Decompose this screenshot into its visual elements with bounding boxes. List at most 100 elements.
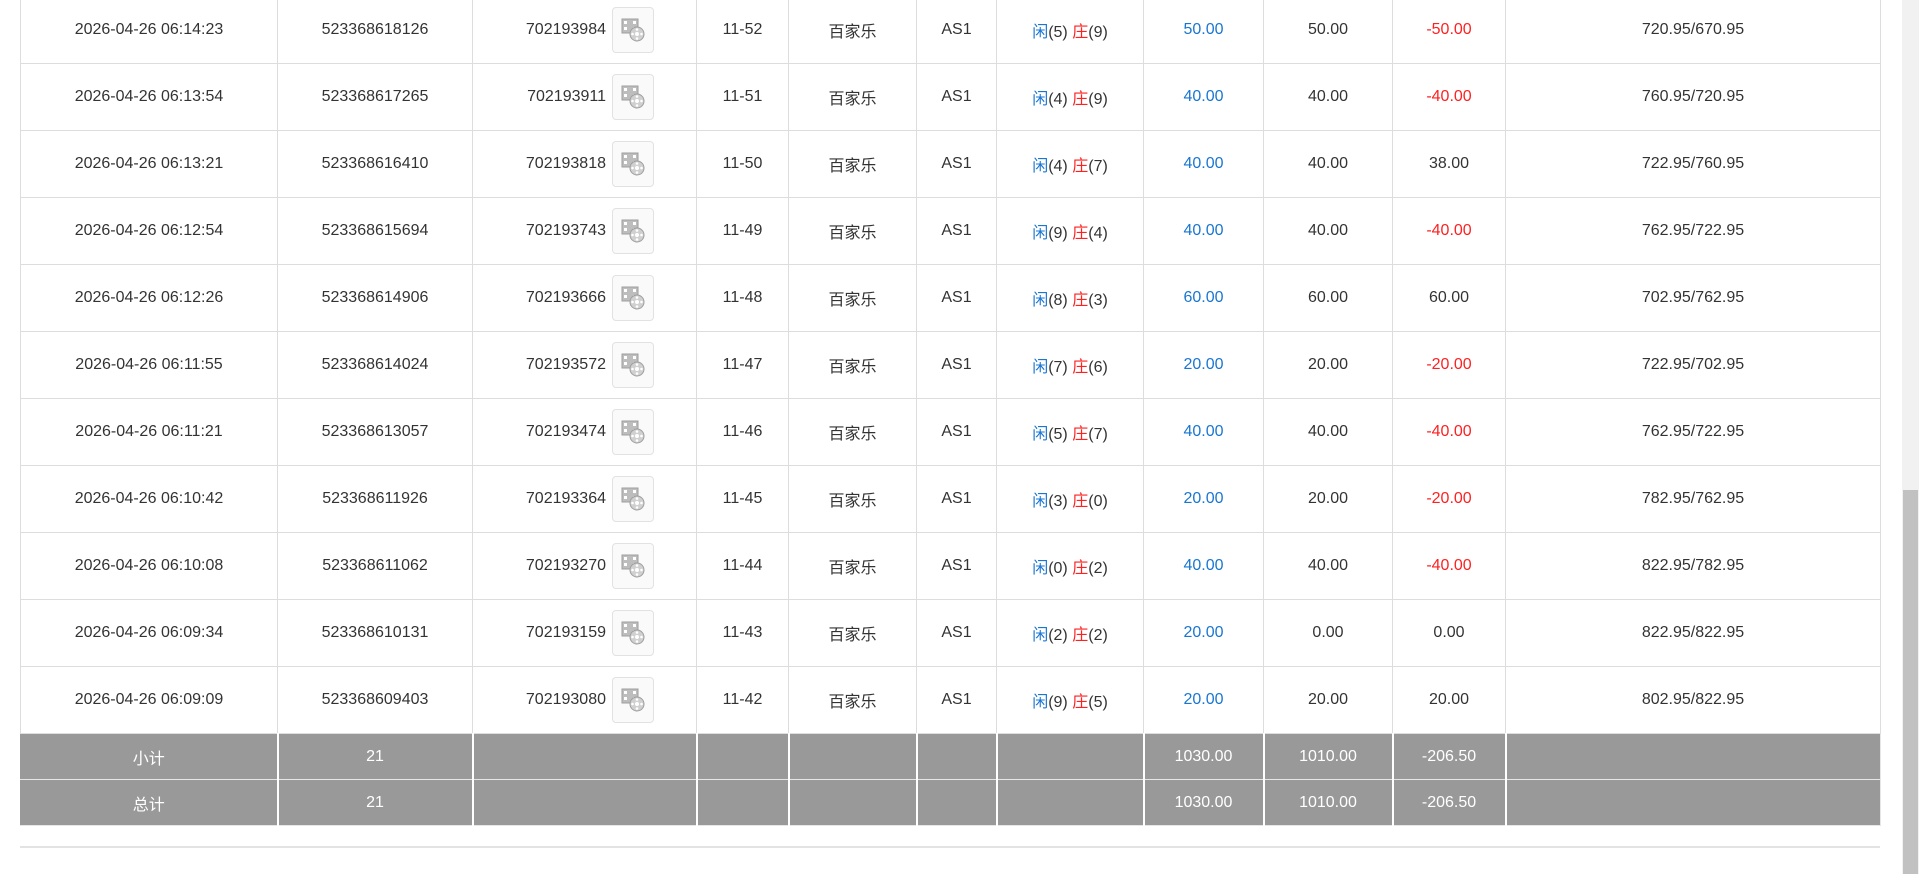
total-bet: 1030.00 xyxy=(1142,779,1264,826)
banker-score: (7) xyxy=(1088,426,1108,443)
total-row: 总计 21 1030.00 1010.00 -206.50 xyxy=(20,779,1881,826)
player-score: (3) xyxy=(1048,493,1068,510)
valid-bet: 40.00 xyxy=(1263,398,1393,466)
game-type: 百家乐 xyxy=(788,599,917,667)
player-label: 闲 xyxy=(1032,493,1049,510)
game-number-cell: 702193159 xyxy=(472,599,697,667)
balance-change: 822.95/782.95 xyxy=(1505,532,1881,600)
film-replay-icon[interactable] xyxy=(612,476,654,522)
player-score: (0) xyxy=(1048,560,1068,577)
film-replay-icon[interactable] xyxy=(612,7,654,53)
game-type: 百家乐 xyxy=(788,465,917,533)
win-loss: -20.00 xyxy=(1392,331,1506,399)
round-number: 11-44 xyxy=(696,532,789,600)
player-score: (5) xyxy=(1048,24,1068,41)
game-number-cell: 702193080 xyxy=(472,666,697,734)
banker-score: (4) xyxy=(1088,225,1108,242)
bet-time: 2026-04-26 06:13:54 xyxy=(20,63,278,131)
table-code: AS1 xyxy=(916,197,997,265)
bet-amount: 20.00 xyxy=(1143,331,1264,399)
game-number: 702193984 xyxy=(525,21,606,38)
bet-time: 2026-04-26 06:09:34 xyxy=(20,599,278,667)
bet-amount: 40.00 xyxy=(1143,197,1264,265)
film-replay-icon[interactable] xyxy=(612,543,654,589)
film-replay-icon[interactable] xyxy=(612,342,654,388)
film-replay-icon[interactable] xyxy=(612,409,654,455)
win-loss: 38.00 xyxy=(1392,130,1506,198)
banker-score: (9) xyxy=(1088,24,1108,41)
table-code: AS1 xyxy=(916,130,997,198)
round-number: 11-42 xyxy=(696,666,789,734)
round-number: 11-46 xyxy=(696,398,789,466)
subtotal-bet: 1030.00 xyxy=(1142,733,1264,780)
player-label: 闲 xyxy=(1032,359,1049,376)
subtotal-label: 小计 xyxy=(20,733,278,780)
valid-bet: 40.00 xyxy=(1263,63,1393,131)
film-replay-icon[interactable] xyxy=(612,141,654,187)
film-replay-icon[interactable] xyxy=(612,74,654,120)
film-replay-icon[interactable] xyxy=(612,677,654,723)
bet-time: 2026-04-26 06:10:08 xyxy=(20,532,278,600)
table-row: 2026-04-26 06:12:26 523368614906 702193666… xyxy=(20,264,1881,332)
game-number: 702193666 xyxy=(525,289,606,306)
table-row: 2026-04-26 06:09:09 523368609403 702193080… xyxy=(20,666,1881,734)
table-code: AS1 xyxy=(916,599,997,667)
result-cell: 闲(0) 庄(2) xyxy=(996,532,1144,600)
bet-time: 2026-04-26 06:12:26 xyxy=(20,264,278,332)
bet-records-table: 2026-04-26 06:14:23 523368618126 702193984… xyxy=(20,0,1881,826)
bet-amount: 20.00 xyxy=(1143,599,1264,667)
banker-score: (0) xyxy=(1088,493,1108,510)
round-number: 11-47 xyxy=(696,331,789,399)
table-code: AS1 xyxy=(916,0,997,64)
round-number: 11-45 xyxy=(696,465,789,533)
game-number: 702193080 xyxy=(525,691,606,708)
player-score: (2) xyxy=(1048,627,1068,644)
banker-score: (2) xyxy=(1088,560,1108,577)
table-code: AS1 xyxy=(916,63,997,131)
banker-score: (6) xyxy=(1088,359,1108,376)
valid-bet: 50.00 xyxy=(1263,0,1393,64)
game-number-cell: 702193818 xyxy=(472,130,697,198)
total-label: 总计 xyxy=(20,779,278,826)
film-replay-icon[interactable] xyxy=(612,610,654,656)
banker-label: 庄 xyxy=(1072,627,1089,644)
vertical-scrollbar[interactable] xyxy=(1902,0,1919,874)
win-loss: -40.00 xyxy=(1392,197,1506,265)
game-number: 702193818 xyxy=(525,155,606,172)
win-loss: 60.00 xyxy=(1392,264,1506,332)
bet-amount: 40.00 xyxy=(1143,130,1264,198)
table-row: 2026-04-26 06:12:54 523368615694 702193743… xyxy=(20,197,1881,265)
film-replay-icon[interactable] xyxy=(612,208,654,254)
banker-score: (9) xyxy=(1088,91,1108,108)
banker-label: 庄 xyxy=(1072,426,1089,443)
film-replay-icon[interactable] xyxy=(612,275,654,321)
win-loss: -20.00 xyxy=(1392,465,1506,533)
balance-change: 722.95/760.95 xyxy=(1505,130,1881,198)
result-cell: 闲(8) 庄(3) xyxy=(996,264,1144,332)
round-number: 11-48 xyxy=(696,264,789,332)
bet-amount: 40.00 xyxy=(1143,532,1264,600)
round-number: 11-51 xyxy=(696,63,789,131)
table-row: 2026-04-26 06:11:55 523368614024 702193572… xyxy=(20,331,1881,399)
table-row: 2026-04-26 06:10:08 523368611062 702193270… xyxy=(20,532,1881,600)
bet-time: 2026-04-26 06:09:09 xyxy=(20,666,278,734)
result-cell: 闲(3) 庄(0) xyxy=(996,465,1144,533)
result-cell: 闲(7) 庄(6) xyxy=(996,331,1144,399)
bet-time: 2026-04-26 06:12:54 xyxy=(20,197,278,265)
valid-bet: 60.00 xyxy=(1263,264,1393,332)
player-score: (4) xyxy=(1048,91,1068,108)
bet-time: 2026-04-26 06:10:42 xyxy=(20,465,278,533)
game-type: 百家乐 xyxy=(788,532,917,600)
player-score: (8) xyxy=(1048,292,1068,309)
game-number-cell: 702193474 xyxy=(472,398,697,466)
game-type: 百家乐 xyxy=(788,197,917,265)
balance-change: 760.95/720.95 xyxy=(1505,63,1881,131)
balance-change: 702.95/762.95 xyxy=(1505,264,1881,332)
game-number: 702193572 xyxy=(525,356,606,373)
valid-bet: 20.00 xyxy=(1263,331,1393,399)
scrollbar-thumb[interactable] xyxy=(1903,490,1918,874)
table-code: AS1 xyxy=(916,331,997,399)
player-label: 闲 xyxy=(1032,91,1049,108)
bet-amount: 20.00 xyxy=(1143,465,1264,533)
bet-time: 2026-04-26 06:11:21 xyxy=(20,398,278,466)
